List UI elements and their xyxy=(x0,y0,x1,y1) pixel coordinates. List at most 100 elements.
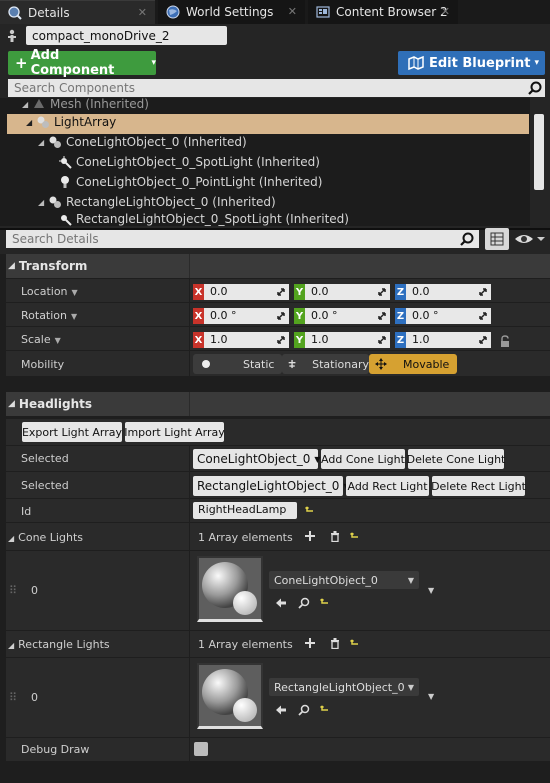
tree-item-label: LightArray xyxy=(54,115,117,129)
collapse-arrow-icon[interactable]: ◢ xyxy=(8,261,15,271)
mobility-static-option[interactable]: Static xyxy=(193,354,282,374)
light-array-icon xyxy=(37,116,49,128)
drag-grip-icon[interactable]: ⠿ xyxy=(9,691,17,704)
tree-item-mesh[interactable]: ◢ Mesh (Inherited) xyxy=(22,94,149,114)
scene-component-icon xyxy=(49,196,61,208)
export-light-array-button[interactable]: Export Light Array xyxy=(22,422,122,442)
location-label[interactable]: Location ▼ xyxy=(21,285,78,298)
rectangle-lights-label[interactable]: ◢ Rectangle Lights xyxy=(8,638,110,651)
property-matrix-button[interactable] xyxy=(485,228,509,250)
selected-cone-light-combo[interactable]: ConeLightObject_0 ▼ xyxy=(193,449,321,469)
close-icon[interactable]: ✕ xyxy=(441,5,450,18)
delete-cone-light-button[interactable]: Delete Cone Light xyxy=(407,449,505,469)
mobility-movable-option[interactable]: Movable xyxy=(369,354,457,374)
browse-search-icon[interactable] xyxy=(298,704,310,716)
trash-icon[interactable] xyxy=(329,530,341,542)
collapse-arrow-icon[interactable]: ◢ xyxy=(38,198,48,207)
use-selected-arrow-icon[interactable] xyxy=(275,597,287,609)
add-rect-light-button[interactable]: Add Rect Light xyxy=(346,476,429,496)
static-icon xyxy=(202,360,210,368)
tab-details[interactable]: Details ✕ xyxy=(0,0,155,24)
drag-handle-icon xyxy=(479,312,487,320)
collapse-arrow-icon[interactable]: ◢ xyxy=(26,118,36,127)
tab-content-browser-2[interactable]: Content Browser 2 ✕ xyxy=(308,0,458,24)
drag-handle-icon xyxy=(277,288,285,296)
collapse-arrow-icon: ◢ xyxy=(8,534,15,543)
add-element-icon[interactable] xyxy=(304,637,316,649)
tab-bar: Details ✕ World Settings ✕ Content Brows… xyxy=(0,0,550,24)
tab-world-settings[interactable]: World Settings ✕ xyxy=(158,0,305,24)
tree-item-cone-spotlight[interactable]: ConeLightObject_0_SpotLight (Inherited) xyxy=(58,152,320,172)
location-z-input[interactable]: 0.0 xyxy=(406,284,491,300)
add-element-icon[interactable] xyxy=(304,530,316,542)
search-details-input[interactable] xyxy=(6,230,479,248)
rect-light-asset-combo[interactable]: RectangleLightObject_0 ▼ xyxy=(269,678,419,696)
asset-thumbnail[interactable] xyxy=(197,663,263,729)
add-component-button[interactable]: + Add Component ▾ xyxy=(8,48,156,78)
asset-thumbnail[interactable] xyxy=(197,556,263,622)
location-y-input[interactable]: 0.0 xyxy=(305,284,390,300)
close-icon[interactable]: ✕ xyxy=(138,6,147,19)
tree-item-label: ConeLightObject_0_SpotLight (Inherited) xyxy=(76,155,320,169)
y-axis-label: Y xyxy=(294,308,305,324)
debug-draw-checkbox[interactable] xyxy=(194,742,208,756)
search-icon xyxy=(528,81,542,95)
import-light-array-button[interactable]: Import Light Array xyxy=(124,422,225,442)
scale-label[interactable]: Scale ▼ xyxy=(21,333,61,346)
collapse-arrow-icon[interactable]: ◢ xyxy=(8,399,15,409)
scale-y-input[interactable]: 1.0 xyxy=(305,332,390,348)
reset-to-default-icon[interactable] xyxy=(320,598,329,607)
category-transform[interactable]: ◢ Transform xyxy=(6,254,550,278)
reset-to-default-icon[interactable] xyxy=(350,532,359,541)
rotation-y-input[interactable]: 0.0 ° xyxy=(305,308,390,324)
trash-icon[interactable] xyxy=(329,637,341,649)
tree-item-cone-pointlight[interactable]: ConeLightObject_0_PointLight (Inherited) xyxy=(58,172,322,192)
browse-search-icon[interactable] xyxy=(298,597,310,609)
drag-handle-icon xyxy=(479,336,487,344)
tree-item-cone-light-object[interactable]: ◢ ConeLightObject_0 (Inherited) xyxy=(38,132,247,152)
rotation-x-input[interactable]: 0.0 ° xyxy=(204,308,289,324)
search-icon xyxy=(460,232,474,246)
x-axis-label: X xyxy=(193,308,204,324)
cone-lights-label[interactable]: ◢ Cone Lights xyxy=(8,531,83,544)
rotation-label[interactable]: Rotation ▼ xyxy=(21,309,77,322)
rotation-z-input[interactable]: 0.0 ° xyxy=(406,308,491,324)
collapse-arrow-icon[interactable]: ◢ xyxy=(22,100,32,109)
close-icon[interactable]: ✕ xyxy=(288,5,297,18)
reset-to-default-icon[interactable] xyxy=(320,705,329,714)
id-input[interactable]: RightHeadLamp xyxy=(193,502,297,519)
sphere-thumbnail-icon xyxy=(199,665,261,726)
add-cone-light-button[interactable]: Add Cone Light xyxy=(321,449,405,469)
actor-name-input[interactable] xyxy=(26,26,227,45)
reset-to-default-icon[interactable] xyxy=(350,639,359,648)
drag-grip-icon[interactable]: ⠿ xyxy=(9,584,17,597)
tree-item-lightarray[interactable]: ◢ LightArray xyxy=(26,112,116,132)
tree-item-rect-spotlight[interactable]: RectangleLightObject_0_SpotLight (Inheri… xyxy=(58,212,349,226)
scale-x-input[interactable]: 1.0 xyxy=(204,332,289,348)
drag-handle-icon xyxy=(277,336,285,344)
mobility-stationary-option[interactable]: Stationary xyxy=(282,354,369,374)
element-options-dropdown-icon[interactable]: ▼ xyxy=(428,692,434,701)
tree-item-rectangle-light-object[interactable]: ◢ RectangleLightObject_0 (Inherited) xyxy=(38,192,276,212)
lock-icon[interactable] xyxy=(499,335,511,348)
edit-blueprint-button[interactable]: Edit Blueprint ▾ xyxy=(398,51,545,75)
x-axis-label: X xyxy=(193,284,204,300)
edit-blueprint-label: Edit Blueprint xyxy=(429,55,531,71)
element-options-dropdown-icon[interactable]: ▼ xyxy=(428,586,434,595)
category-headlights[interactable]: ◢ Headlights xyxy=(6,392,550,416)
collapse-arrow-icon[interactable]: ◢ xyxy=(38,138,48,147)
reset-to-default-icon[interactable] xyxy=(305,506,314,515)
location-x-input[interactable]: 0.0 xyxy=(204,284,289,300)
array-count: 1 Array elements xyxy=(198,531,293,544)
tree-scrollbar[interactable] xyxy=(534,114,544,190)
selected-rect-light-combo[interactable]: RectangleLightObject_0▼ xyxy=(193,476,350,496)
array-count: 1 Array elements xyxy=(198,638,293,651)
scale-z-input[interactable]: 1.0 xyxy=(406,332,491,348)
array-element-rect-0 xyxy=(6,658,550,738)
mobility-option-label: Static xyxy=(243,357,275,371)
use-selected-arrow-icon[interactable] xyxy=(275,704,287,716)
eye-icon[interactable] xyxy=(514,231,546,247)
cone-light-asset-combo[interactable]: ConeLightObject_0 ▼ xyxy=(269,571,419,589)
tab-label: Details xyxy=(28,5,70,20)
delete-rect-light-button[interactable]: Delete Rect Light xyxy=(431,476,526,496)
